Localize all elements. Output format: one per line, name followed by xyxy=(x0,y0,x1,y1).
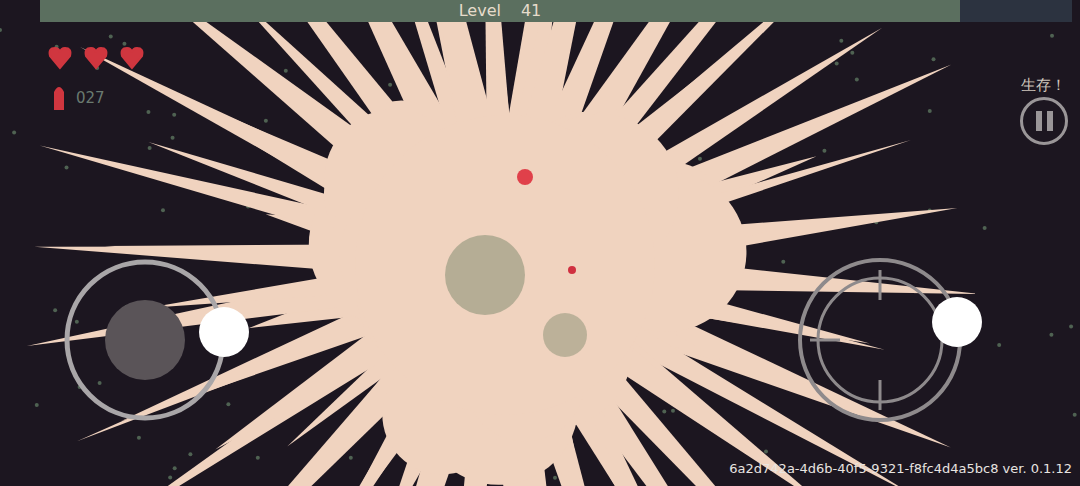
objective: 生存！ xyxy=(1021,74,1066,97)
top-bar: Level 41 xyxy=(40,0,960,22)
pause-icon xyxy=(1047,111,1053,131)
game-screen: Level 41 027 生存！ 6a2d742a-4d6b-40f5-9321-f8f… xyxy=(0,0,1080,486)
level-label: Level xyxy=(459,3,501,19)
explosion xyxy=(27,0,980,486)
build-info: 6a2d742a-4d6b-40f5-9321-f8fc4d4a5bc8 ver… xyxy=(729,459,1072,479)
pause-icon xyxy=(1036,111,1042,131)
pause-button[interactable] xyxy=(1020,97,1068,145)
top-bar-end xyxy=(960,0,1072,22)
battlefield xyxy=(0,0,1080,486)
ammo-count: 027 xyxy=(76,87,105,110)
aim-joystick[interactable] xyxy=(800,260,982,420)
move-joystick[interactable] xyxy=(67,262,249,418)
enemy-bullet xyxy=(517,169,533,185)
heart-icon xyxy=(120,44,144,70)
level-value: 41 xyxy=(521,3,541,19)
player xyxy=(568,266,576,274)
heart-icon xyxy=(48,44,72,70)
heart-icon xyxy=(84,44,108,70)
bullet-icon xyxy=(52,84,66,112)
hearts xyxy=(48,44,144,70)
ammo: 027 xyxy=(52,84,105,112)
